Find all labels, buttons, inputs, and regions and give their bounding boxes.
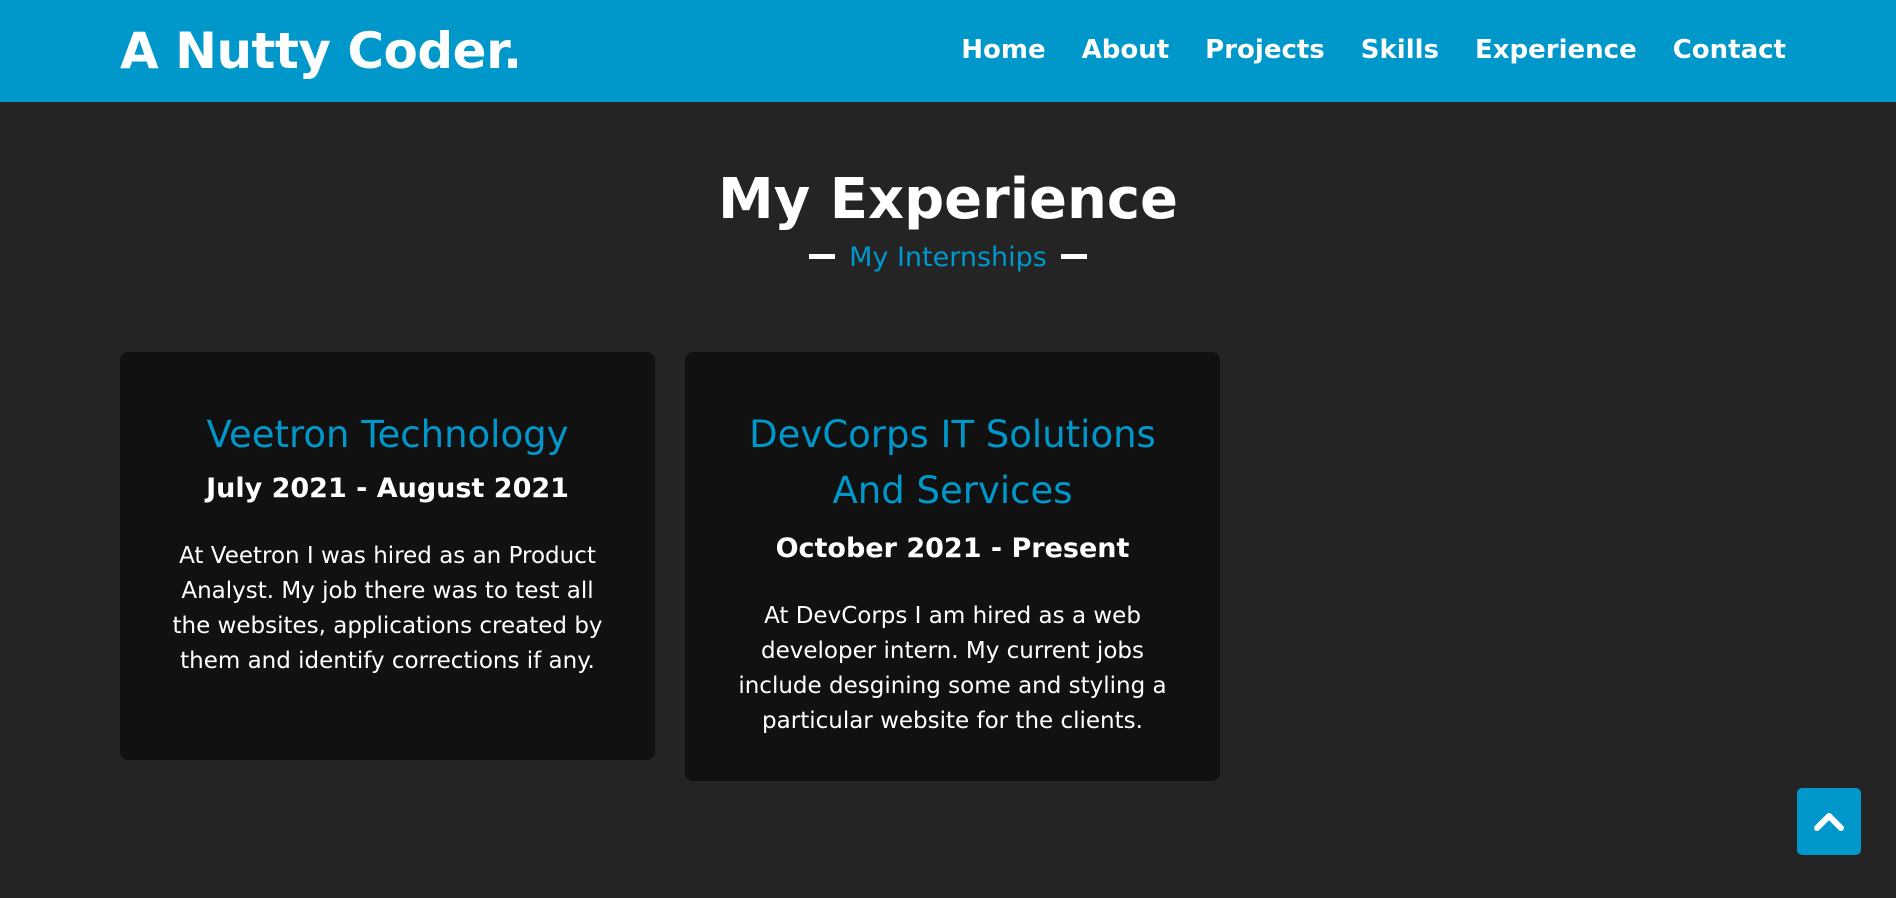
nav-link-contact[interactable]: Contact [1673, 33, 1786, 67]
nav-link-experience[interactable]: Experience [1475, 33, 1637, 67]
site-logo[interactable]: A Nutty Coder. [120, 20, 522, 82]
experience-card: DevCorps IT Solutions And Services Octob… [685, 352, 1220, 781]
nav-link-skills[interactable]: Skills [1361, 33, 1439, 67]
nav-menu: Home About Projects Skills Experience Co… [925, 33, 1786, 67]
scroll-to-top-button[interactable] [1797, 788, 1861, 855]
nav-link-projects[interactable]: Projects [1205, 33, 1325, 67]
card-company: DevCorps IT Solutions And Services [749, 413, 1156, 512]
experience-card: Veetron Technology July 2021 - August 20… [120, 352, 655, 760]
nav-link-about[interactable]: About [1082, 33, 1170, 67]
subtitle-text: My Internships [849, 242, 1047, 273]
card-description: At Veetron I was hired as an Product Ana… [172, 543, 603, 674]
card-period: October 2021 - Present [775, 533, 1130, 564]
card-period: July 2021 - August 2021 [206, 473, 569, 504]
nav-link-home[interactable]: Home [961, 33, 1045, 67]
card-company: Veetron Technology [206, 413, 569, 456]
section-title: My Experience [717, 167, 1178, 232]
chevron-up-icon [1814, 813, 1844, 831]
card-description: At DevCorps I am hired as a web develope… [738, 603, 1167, 734]
subtitle-dash-right [1061, 254, 1088, 259]
section-subtitle: My Internships [0, 238, 1896, 278]
navbar: A Nutty Coder. Home About Projects Skill… [0, 0, 1896, 102]
subtitle-dash-left [808, 254, 835, 259]
